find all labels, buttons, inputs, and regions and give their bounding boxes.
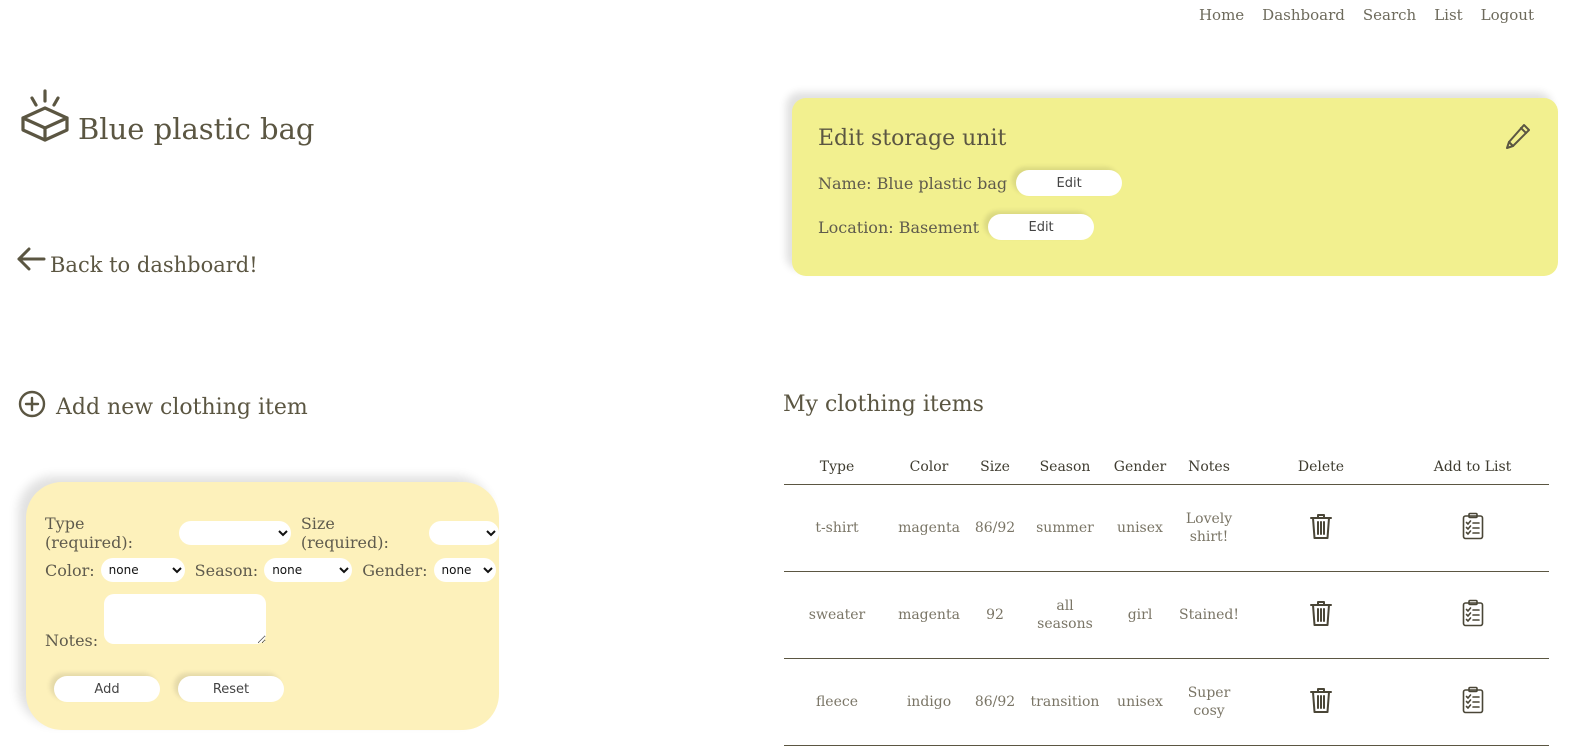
add-to-list-cell [1396,658,1549,746]
cell-color: indigo [890,658,968,746]
plus-circle-icon [18,390,46,424]
type-select[interactable] [178,521,291,545]
size-label: Size (required): [300,514,389,552]
clothing-items-table: Type Color Size Season Gender Notes Dele… [784,450,1549,746]
cell-notes: Stained! [1172,571,1246,659]
page-title: Blue plastic bag [78,112,315,146]
notes-textarea[interactable] [104,594,267,644]
size-select[interactable] [429,521,499,545]
gender-label: Gender: [362,560,428,580]
edit-card-title: Edit storage unit [818,126,1007,151]
back-to-dashboard-link[interactable]: Back to dashboard! [16,246,258,277]
notes-label: Notes: [45,631,99,650]
table-row: sweater magenta 92 all seasons girl Stai… [784,571,1549,659]
cell-gender: unisex [1108,484,1172,572]
add-to-list-cell [1396,484,1549,572]
add-item-title: Add new clothing item [56,394,308,420]
add-item-form: Type (required): Size (required): Color:… [26,482,499,730]
col-header-delete: Delete [1246,450,1396,485]
color-label: Color: [45,560,95,580]
add-button[interactable]: Add [54,676,160,702]
col-header-color: Color [890,450,968,485]
trash-icon[interactable] [1309,600,1333,631]
col-header-season: Season [1022,450,1108,485]
cell-season: all seasons [1022,571,1108,659]
cell-season: transition [1022,658,1108,746]
cell-color: magenta [890,484,968,572]
nav-search-link[interactable]: Search [1363,6,1416,24]
add-to-list-cell [1396,571,1549,659]
trash-icon[interactable] [1309,513,1333,544]
edit-location-button[interactable]: Edit [988,214,1095,240]
table-header-row: Type Color Size Season Gender Notes Dele… [784,450,1549,485]
name-label: Name: Blue plastic bag [818,173,1008,193]
season-select[interactable]: none [264,558,353,582]
cell-gender: unisex [1108,658,1172,746]
table-row: fleece indigo 86/92 transition unisex Su… [784,658,1549,746]
cell-notes: Super cosy [1172,658,1246,746]
open-box-icon [18,88,72,148]
nav-dashboard-link[interactable]: Dashboard [1262,6,1345,24]
cell-color: magenta [890,571,968,659]
type-label: Type (required): [45,514,134,552]
clipboard-check-icon[interactable] [1462,686,1484,718]
col-header-type: Type [784,450,890,485]
col-header-notes: Notes [1172,450,1246,485]
edit-location-row: Location: Basement Edit [818,214,1095,240]
cell-size: 86/92 [968,658,1022,746]
location-label: Location: Basement [818,217,980,237]
clothing-items-title: My clothing items [783,392,984,417]
trash-icon[interactable] [1309,687,1333,718]
nav-list-link[interactable]: List [1434,6,1462,24]
form-row-type-size: Type (required): Size (required): [45,514,499,552]
col-header-gender: Gender [1108,450,1172,485]
arrow-left-icon [16,246,46,277]
edit-name-row: Name: Blue plastic bag Edit [818,170,1123,196]
page-header: Blue plastic bag [18,88,314,148]
cell-type: t-shirt [784,484,890,572]
cell-size: 86/92 [968,484,1022,572]
edit-storage-unit-card: Edit storage unit Name: Blue plastic bag… [792,98,1558,276]
cell-notes: Lovely shirt! [1172,484,1246,572]
delete-cell [1246,571,1396,659]
form-row-notes: Notes: [45,594,267,650]
edit-name-button[interactable]: Edit [1016,170,1123,196]
top-nav: Home Dashboard Search List Logout [1199,6,1534,24]
cell-gender: girl [1108,571,1172,659]
clipboard-check-icon[interactable] [1462,512,1484,544]
col-header-size: Size [968,450,1022,485]
table-row: t-shirt magenta 86/92 summer unisex Love… [784,484,1549,572]
gender-select[interactable]: none [433,558,496,582]
reset-button[interactable]: Reset [178,676,284,702]
season-label: Season: [194,560,259,580]
form-row-color-season-gender: Color: none Season: none Gender: none [45,558,496,582]
nav-home-link[interactable]: Home [1199,6,1244,24]
nav-logout-link[interactable]: Logout [1481,6,1534,24]
pencil-icon[interactable] [1504,122,1532,156]
col-header-add-to-list: Add to List [1396,450,1549,485]
delete-cell [1246,658,1396,746]
cell-type: sweater [784,571,890,659]
clipboard-check-icon[interactable] [1462,599,1484,631]
form-buttons: Add Reset [54,676,284,702]
cell-size: 92 [968,571,1022,659]
cell-type: fleece [784,658,890,746]
add-item-header: Add new clothing item [18,390,308,424]
delete-cell [1246,484,1396,572]
color-select[interactable]: none [100,558,185,582]
cell-season: summer [1022,484,1108,572]
back-link-label: Back to dashboard! [50,253,258,277]
